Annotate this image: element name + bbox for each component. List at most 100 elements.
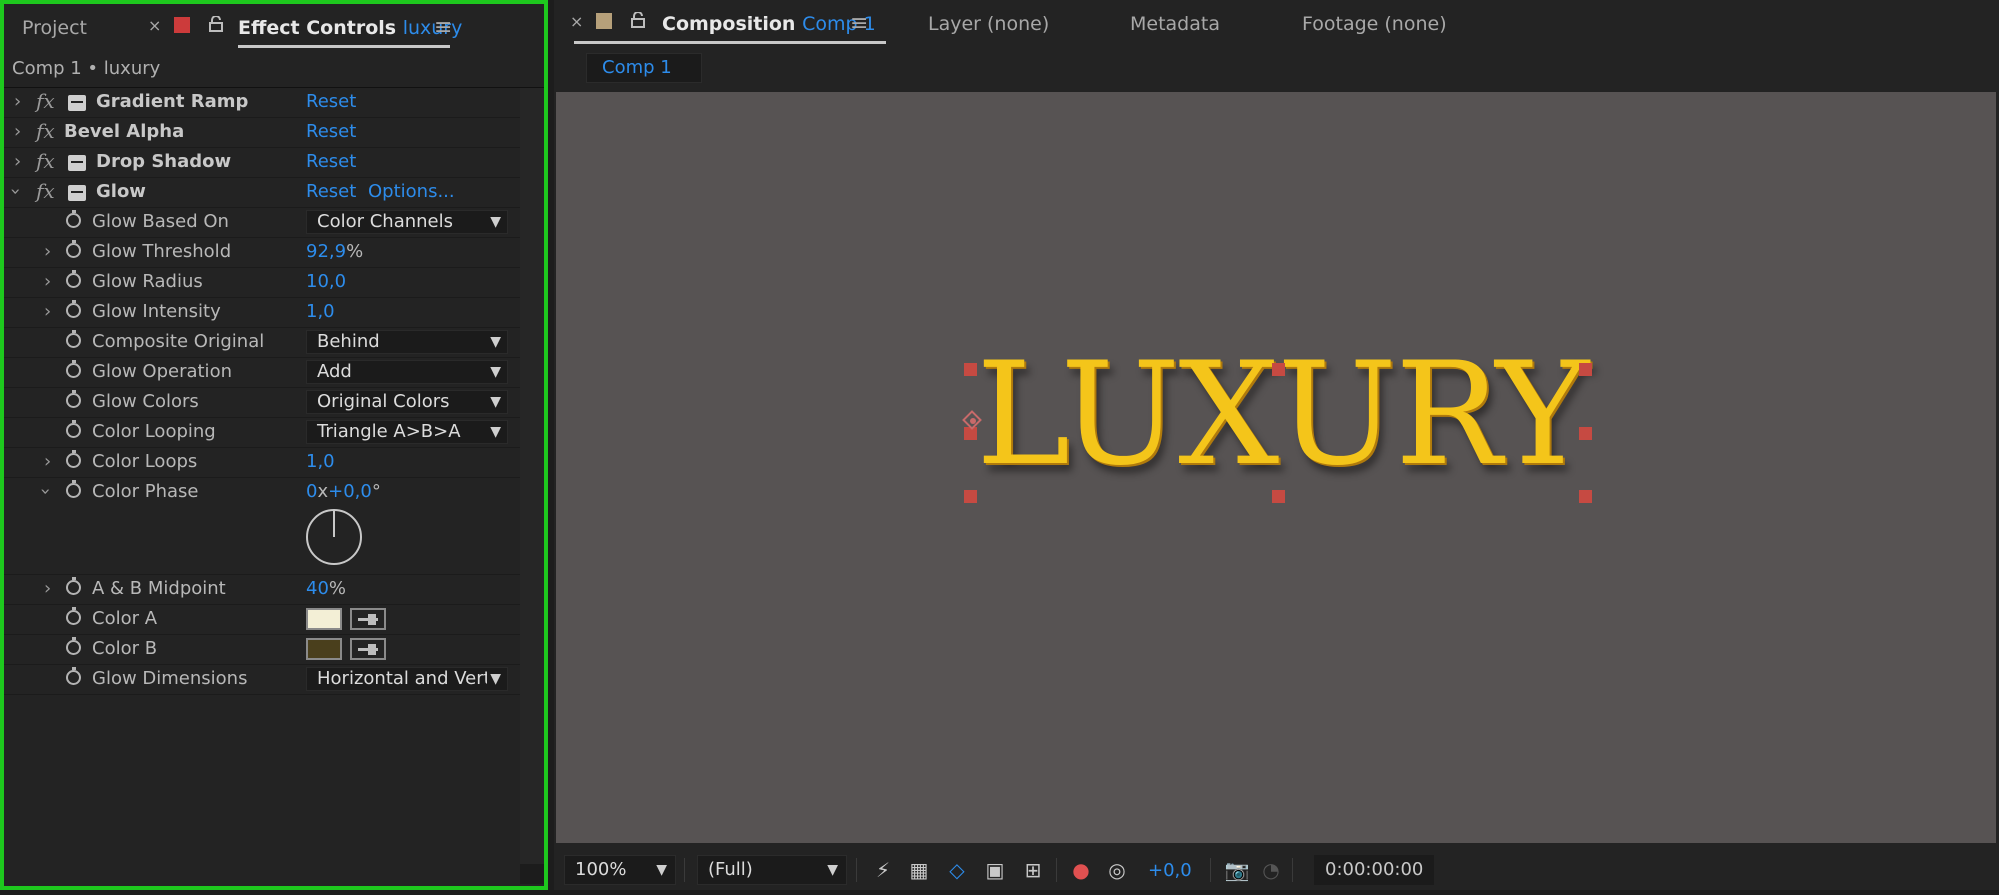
stopwatch-icon[interactable] <box>66 210 81 228</box>
chevron-right-icon[interactable]: › <box>44 241 51 262</box>
glow-intensity-value[interactable]: 1,0 <box>306 301 335 322</box>
transform-handle[interactable] <box>964 363 977 376</box>
ab-midpoint-value[interactable]: 40% <box>306 578 346 599</box>
phase-revolutions: 0 <box>306 481 318 502</box>
chevron-right-icon[interactable]: › <box>44 301 51 322</box>
chevron-right-icon[interactable]: › <box>14 151 21 172</box>
chevron-right-icon[interactable]: › <box>44 271 51 292</box>
glow-colors-select[interactable]: Original Colors ▼ <box>306 390 508 414</box>
divider <box>856 858 857 882</box>
stopwatch-icon[interactable] <box>66 667 81 685</box>
chevron-right-icon[interactable]: › <box>44 578 51 599</box>
reset-button[interactable]: Reset <box>306 151 356 172</box>
comp-navigator-tab[interactable]: Comp 1 <box>586 53 702 83</box>
options-button[interactable]: Options... <box>368 181 455 202</box>
chevron-right-icon[interactable]: › <box>44 451 51 472</box>
chevron-right-icon[interactable]: › <box>14 91 21 112</box>
eyedropper-icon[interactable] <box>350 638 386 660</box>
composition-viewer[interactable]: LUXURY <box>556 92 1996 843</box>
color-phase-value[interactable]: 0x+0,0° <box>306 481 381 502</box>
prop-label: Color B <box>92 638 158 659</box>
stopwatch-icon[interactable] <box>66 577 81 595</box>
resolution-select[interactable]: (Full) ▼ <box>697 855 847 885</box>
stopwatch-icon[interactable] <box>66 360 81 378</box>
tab-composition[interactable]: Composition Comp 1 <box>662 13 876 35</box>
stopwatch-icon[interactable] <box>66 637 81 655</box>
transform-handle[interactable] <box>1579 490 1592 503</box>
transform-handle[interactable] <box>964 490 977 503</box>
prop-label: Glow Operation <box>92 361 232 382</box>
fx-icon[interactable]: fx <box>36 149 55 173</box>
tab-project[interactable]: Project <box>22 17 87 39</box>
stopwatch-icon[interactable] <box>66 240 81 258</box>
transform-handle[interactable] <box>1579 427 1592 440</box>
glow-based-on-select[interactable]: Color Channels ▼ <box>306 210 508 234</box>
chevron-right-icon[interactable]: › <box>14 121 21 142</box>
stopwatch-icon[interactable] <box>66 330 81 348</box>
lock-icon[interactable] <box>631 11 645 32</box>
reset-button[interactable]: Reset <box>306 181 356 202</box>
stopwatch-icon[interactable] <box>66 480 81 498</box>
color-loops-value[interactable]: 1,0 <box>306 451 335 472</box>
panel-menu-icon[interactable]: ≡ <box>850 11 868 36</box>
glow-threshold-value[interactable]: 92,9% <box>306 241 363 262</box>
tab-footage[interactable]: Footage (none) <box>1302 13 1447 35</box>
lock-icon[interactable] <box>209 15 223 32</box>
stopwatch-icon[interactable] <box>66 390 81 408</box>
glow-operation-select[interactable]: Add ▼ <box>306 360 508 384</box>
tab-layer[interactable]: Layer (none) <box>928 13 1049 35</box>
color-looping-select[interactable]: Triangle A>B>A ▼ <box>306 420 508 444</box>
right-tabbar: × Composition Comp 1 ≡ Layer (none) Meta… <box>554 0 1999 48</box>
exposure-value[interactable]: +0,0 <box>1148 860 1192 881</box>
effect-row-drop-shadow[interactable]: › fx Drop Shadow Reset <box>4 148 520 178</box>
transform-handle[interactable] <box>1579 363 1592 376</box>
composite-original-select[interactable]: Behind ▼ <box>306 330 508 354</box>
close-tab-icon[interactable]: × <box>570 12 583 31</box>
grid-guides-icon[interactable]: ⊞ <box>1020 857 1046 883</box>
camera-icon[interactable]: 📷 <box>1224 857 1250 883</box>
prop-label: Composite Original <box>92 331 265 352</box>
stopwatch-icon[interactable] <box>66 270 81 288</box>
tab-effect-controls[interactable]: Effect Controls luxury <box>238 17 462 39</box>
reset-button[interactable]: Reset <box>306 121 356 142</box>
close-tab-icon[interactable]: × <box>148 16 161 35</box>
color-a-swatch[interactable] <box>306 608 342 630</box>
panel-menu-icon[interactable]: ≡ <box>434 15 452 40</box>
fx-icon[interactable]: fx <box>36 179 55 203</box>
stopwatch-icon[interactable] <box>66 300 81 318</box>
chevron-down-icon[interactable]: › <box>5 188 26 195</box>
tab-metadata[interactable]: Metadata <box>1130 13 1220 35</box>
fx-icon[interactable]: fx <box>36 119 55 143</box>
show-snapshot-icon[interactable]: ◔ <box>1258 857 1284 883</box>
stopwatch-icon[interactable] <box>66 420 81 438</box>
scrollbar-thumb[interactable] <box>520 88 544 864</box>
stopwatch-icon[interactable] <box>66 607 81 625</box>
region-of-interest-icon[interactable]: ▣ <box>982 857 1008 883</box>
prop-row-glow-based-on: Glow Based On Color Channels ▼ <box>4 208 520 238</box>
eyedropper-icon[interactable] <box>350 608 386 630</box>
mask-visibility-icon[interactable]: ◇ <box>944 857 970 883</box>
stopwatch-icon[interactable] <box>66 450 81 468</box>
divider <box>1292 858 1293 882</box>
glow-radius-value[interactable]: 10,0 <box>306 271 346 292</box>
reset-button[interactable]: Reset <box>306 91 356 112</box>
transform-handle[interactable] <box>1272 490 1285 503</box>
transform-handle[interactable] <box>1272 363 1285 376</box>
glow-dimensions-select[interactable]: Horizontal and Verti ▼ <box>306 667 508 691</box>
effect-row-bevel-alpha[interactable]: › fx Bevel Alpha Reset <box>4 118 520 148</box>
zoom-select[interactable]: 100% ▼ <box>564 855 676 885</box>
transparency-grid-icon[interactable]: ▦ <box>906 857 932 883</box>
scrollbar[interactable] <box>520 88 544 884</box>
anchor-point-icon[interactable] <box>960 408 986 434</box>
color-management-icon[interactable]: ◎ <box>1104 857 1130 883</box>
effect-row-glow[interactable]: › fx Glow Reset Options... <box>4 178 520 208</box>
angle-dial[interactable] <box>306 509 362 565</box>
color-b-swatch[interactable] <box>306 638 342 660</box>
prop-label: Color Looping <box>92 421 216 442</box>
chevron-down-icon[interactable]: › <box>35 488 56 495</box>
fx-icon[interactable]: fx <box>36 89 55 113</box>
channel-icon[interactable]: ● <box>1068 857 1094 883</box>
fast-previews-icon[interactable]: ⚡ <box>870 857 896 883</box>
current-time-display[interactable]: 0:00:00:00 <box>1314 855 1434 885</box>
effect-row-gradient-ramp[interactable]: › fx Gradient Ramp Reset <box>4 88 520 118</box>
